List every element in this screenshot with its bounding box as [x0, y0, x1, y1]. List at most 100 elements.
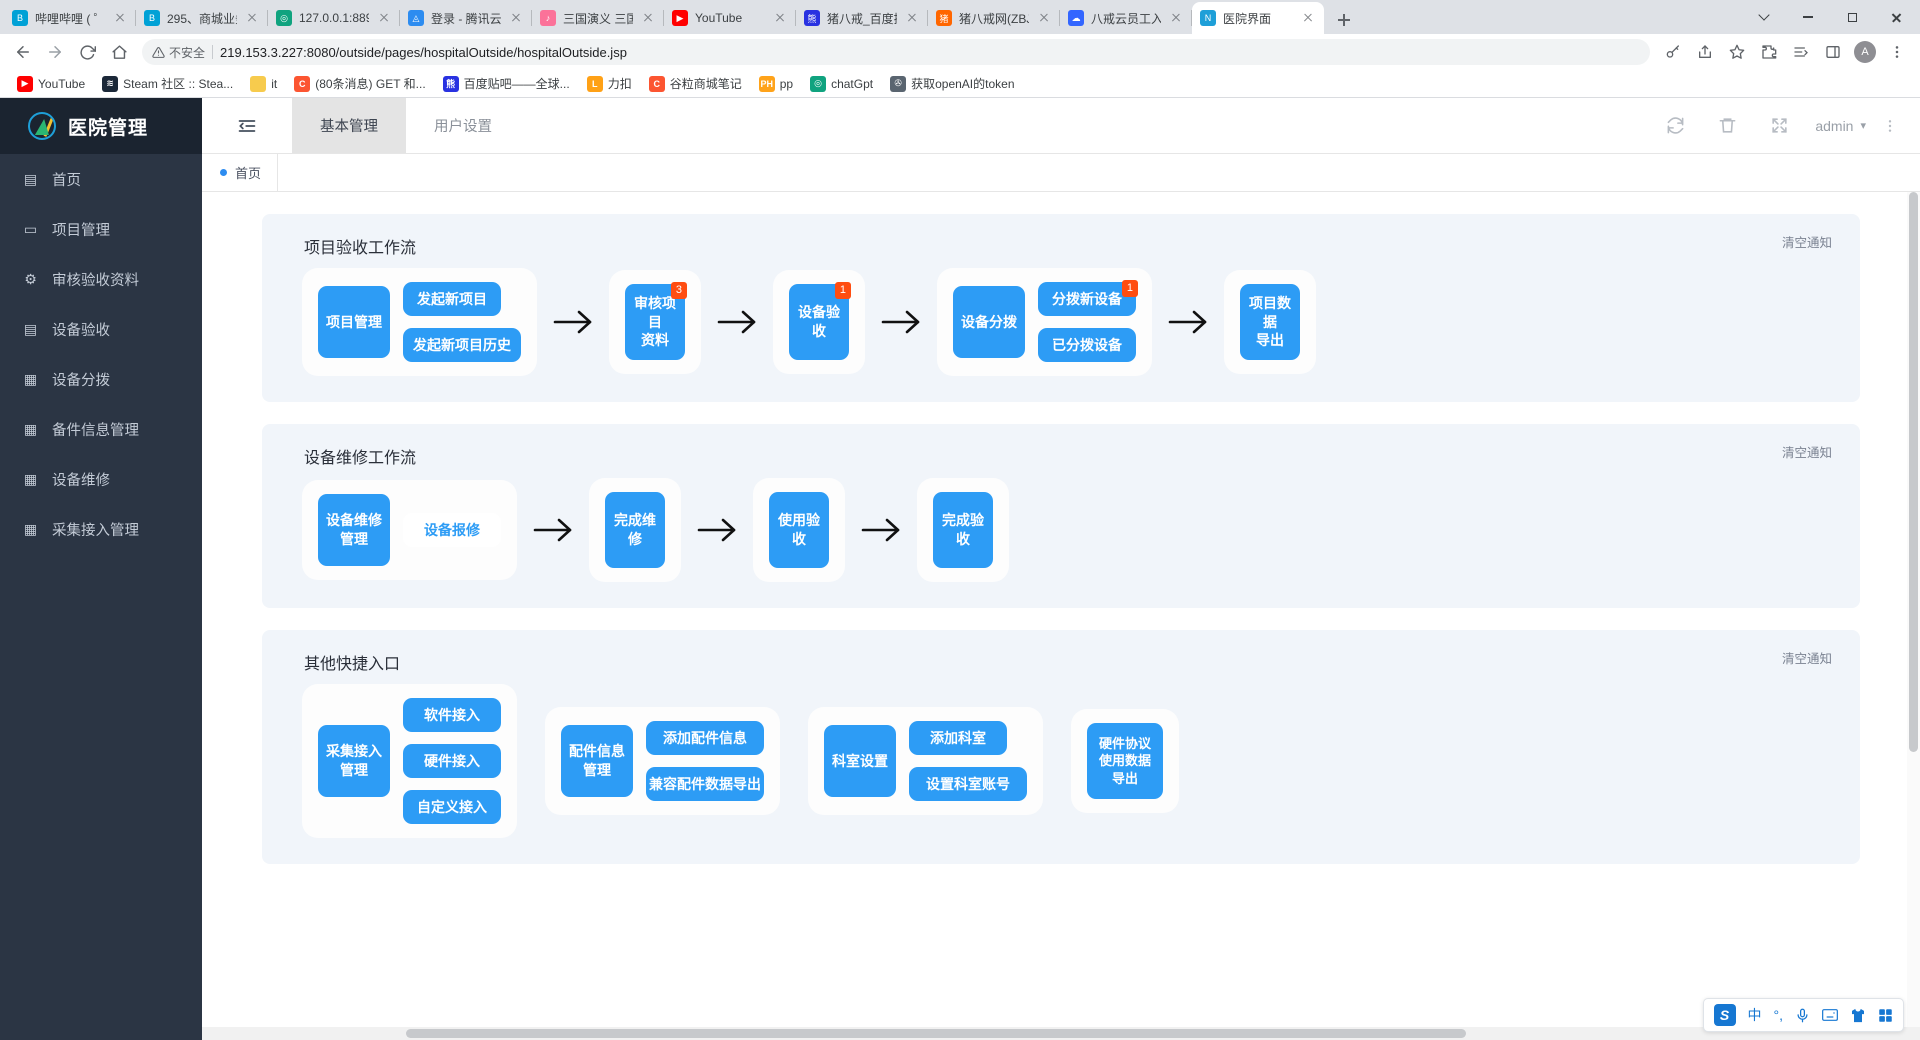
bookmark-item[interactable]: C 谷粒商城笔记: [642, 72, 749, 95]
tab-close-icon[interactable]: [904, 10, 920, 26]
tab-close-icon[interactable]: [772, 10, 788, 26]
password-key-icon[interactable]: [1658, 37, 1688, 67]
tab-close-icon[interactable]: [640, 10, 656, 26]
shortcut-main-button[interactable]: 配件信息 管理: [561, 725, 633, 797]
workflow-sub-button[interactable]: 设备报修: [403, 513, 501, 547]
workflow-node-button[interactable]: 设备验收 1: [789, 282, 851, 360]
clear-notice-button[interactable]: 清空通知: [1782, 232, 1832, 251]
microphone-icon[interactable]: [1795, 1008, 1810, 1023]
sidebar-item-3[interactable]: ▤ 设备验收: [0, 304, 202, 354]
reading-list-icon[interactable]: [1786, 37, 1816, 67]
not-secure-indicator[interactable]: 不安全: [152, 44, 205, 61]
bookmark-item[interactable]: ◎ chatGpt: [803, 73, 880, 95]
sidebar-item-1[interactable]: ▭ 项目管理: [0, 204, 202, 254]
browser-tab[interactable]: 猪猪八戒网(ZBJ.COM: [928, 2, 1060, 34]
clear-notice-button[interactable]: 清空通知: [1782, 442, 1832, 461]
keyboard-icon[interactable]: [1822, 1008, 1838, 1022]
browser-tab[interactable]: B 295、商城业务-订: [136, 2, 268, 34]
tab-close-icon[interactable]: [244, 10, 260, 26]
browser-tab[interactable]: ♪ 三国演义 三国演义: [532, 2, 664, 34]
workflow-main-button[interactable]: 设备维修 管理: [318, 494, 390, 566]
lang-chinese-toggle[interactable]: 中: [1748, 1005, 1762, 1025]
workflow-main-button[interactable]: 项目管理: [318, 286, 390, 358]
tab-close-icon[interactable]: [376, 10, 392, 26]
bookmark-item[interactable]: L 力扣: [580, 72, 639, 95]
skin-icon[interactable]: [1850, 1008, 1866, 1023]
vertical-scrollbar[interactable]: [1907, 192, 1920, 1027]
workflow-main-button[interactable]: 设备分拨: [953, 286, 1025, 358]
maximize-button[interactable]: [1830, 2, 1874, 32]
workflow-node-button[interactable]: 完成验收: [933, 492, 993, 568]
sidebar-item-4[interactable]: ▦ 设备分拨: [0, 354, 202, 404]
address-bar[interactable]: 不安全 219.153.3.227:8080/outside/pages/hos…: [142, 39, 1650, 65]
scrollbar-thumb[interactable]: [1909, 192, 1918, 752]
tab-close-icon[interactable]: [1168, 10, 1184, 26]
close-window-button[interactable]: [1874, 2, 1918, 32]
bookmark-item[interactable]: C (80条消息) GET 和...: [287, 72, 432, 95]
sidebar-item-0[interactable]: ▤ 首页: [0, 154, 202, 204]
shortcut-sub-button[interactable]: 添加配件信息: [646, 721, 764, 755]
bookmark-item[interactable]: ▶ YouTube: [10, 73, 92, 95]
bookmark-star-icon[interactable]: [1722, 37, 1752, 67]
bookmark-item[interactable]: ≋ Steam 社区 :: Stea...: [95, 72, 240, 95]
browser-tab[interactable]: N 医院界面: [1192, 2, 1324, 34]
back-icon[interactable]: [8, 37, 38, 67]
shortcut-sub-button[interactable]: 添加科室: [909, 721, 1007, 755]
bookmark-item[interactable]: 熊百度贴吧——全球...: [436, 72, 577, 95]
horizontal-scrollbar[interactable]: [202, 1027, 1920, 1040]
shortcut-sub-button[interactable]: 自定义接入: [403, 790, 501, 824]
shortcut-main-button[interactable]: 采集接入 管理: [318, 725, 390, 797]
more-options-icon[interactable]: [1876, 98, 1904, 154]
bookmark-item[interactable]: PH pp: [752, 73, 800, 95]
sidebar-item-6[interactable]: ▦ 设备维修: [0, 454, 202, 504]
shortcut-sub-button[interactable]: 兼容配件数据导出: [646, 767, 764, 801]
collapse-menu-icon[interactable]: [202, 98, 292, 153]
scrollbar-thumb-horizontal[interactable]: [406, 1029, 1466, 1038]
browser-tab[interactable]: B 哔哩哔哩 ( ゜- ゜)つ: [4, 2, 136, 34]
bookmark-item[interactable]: ✇ 获取openAI的token: [883, 72, 1021, 95]
browser-tab[interactable]: 熊猪八戒_百度搜索: [796, 2, 928, 34]
browser-tab[interactable]: ◎ 127.0.0.1:8899: [268, 2, 400, 34]
extensions-icon[interactable]: [1754, 37, 1784, 67]
shortcut-sub-button[interactable]: 软件接入: [403, 698, 501, 732]
shortcut-main-button[interactable]: 科室设置: [824, 725, 896, 797]
workflow-node-button[interactable]: 使用验收: [769, 492, 829, 568]
sidebar-item-7[interactable]: ▦ 采集接入管理: [0, 504, 202, 554]
fullscreen-icon[interactable]: [1753, 98, 1805, 154]
trash-icon[interactable]: [1701, 98, 1753, 154]
sidebar-item-5[interactable]: ▦ 备件信息管理: [0, 404, 202, 454]
workflow-sub-button[interactable]: 发起新项目: [403, 282, 501, 316]
reload-icon[interactable]: [72, 37, 102, 67]
profile-avatar[interactable]: A: [1850, 37, 1880, 67]
tab-close-icon[interactable]: [112, 10, 128, 26]
workflow-node-button[interactable]: 审核项目 资料 3: [625, 282, 687, 360]
browser-tab[interactable]: ▶ YouTube: [664, 2, 796, 34]
breadcrumb-tab-home[interactable]: 首页: [202, 154, 279, 191]
workflow-sub-button[interactable]: 已分拨设备: [1038, 328, 1136, 362]
workflow-sub-button[interactable]: 分拨新设备 1: [1038, 280, 1138, 316]
refresh-icon[interactable]: [1649, 98, 1701, 154]
tab-basic-management[interactable]: 基本管理: [292, 98, 406, 153]
bookmark-item[interactable]: it: [243, 73, 284, 95]
sogou-icon[interactable]: S: [1713, 1004, 1736, 1026]
browser-tab[interactable]: ◬ 登录 - 腾讯云: [400, 2, 532, 34]
home-icon[interactable]: [104, 37, 134, 67]
shortcut-sub-button[interactable]: 设置科室账号: [909, 767, 1027, 801]
user-menu[interactable]: admin ▾: [1805, 118, 1876, 134]
new-tab-button[interactable]: [1330, 6, 1358, 34]
forward-icon[interactable]: [40, 37, 70, 67]
workflow-node-button[interactable]: 项目数据 导出: [1240, 284, 1300, 360]
workflow-sub-button[interactable]: 发起新项目历史: [403, 328, 521, 362]
punctuation-toggle[interactable]: °,: [1774, 1007, 1784, 1023]
clear-notice-button[interactable]: 清空通知: [1782, 648, 1832, 667]
shortcut-sub-button[interactable]: 硬件接入: [403, 744, 501, 778]
side-panel-icon[interactable]: [1818, 37, 1848, 67]
tab-close-icon[interactable]: [1300, 10, 1316, 26]
sidebar-item-2[interactable]: ⚙ 审核验收资料: [0, 254, 202, 304]
tab-user-settings[interactable]: 用户设置: [406, 98, 520, 153]
shortcut-main-button[interactable]: 硬件协议 使用数据 导出: [1087, 723, 1163, 799]
tab-close-icon[interactable]: [508, 10, 524, 26]
share-icon[interactable]: [1690, 37, 1720, 67]
workflow-node-button[interactable]: 完成维修: [605, 492, 665, 568]
chrome-menu-icon[interactable]: [1882, 37, 1912, 67]
